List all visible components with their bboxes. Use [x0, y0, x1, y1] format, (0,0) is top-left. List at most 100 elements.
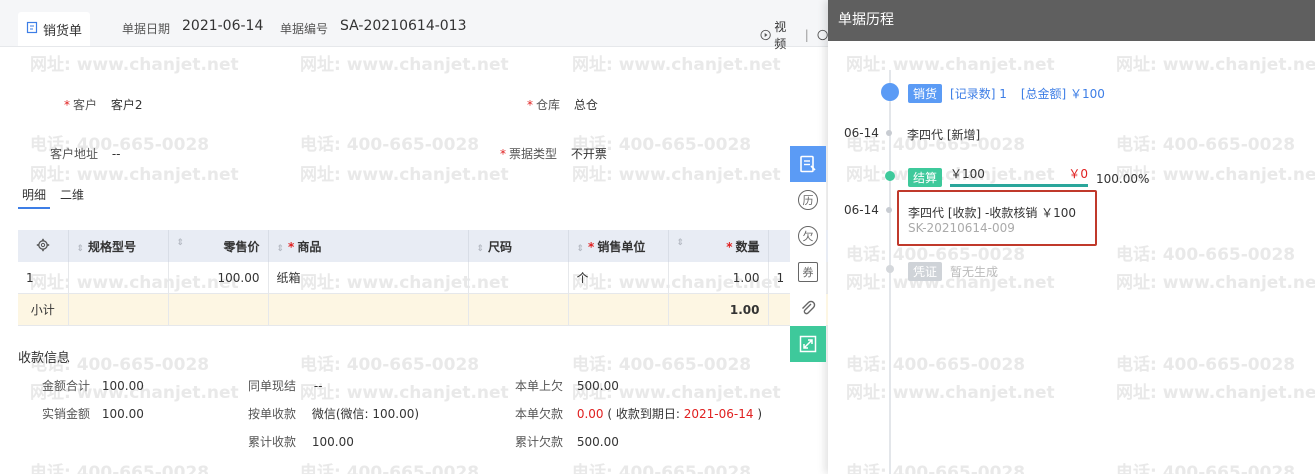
watermark-site: 网址: www.chanjet.net	[30, 55, 239, 75]
cumulative-receipt-field: 累计收款 100.00	[248, 433, 354, 450]
column-header-price[interactable]: ⇕ 零售价	[168, 230, 269, 262]
watermark-site: 网址: www.chanjet.net	[1116, 273, 1315, 293]
current-owe-label: 本单欠款	[515, 407, 564, 421]
column-header-qty[interactable]: ⇕ * 数量	[668, 230, 769, 262]
subtotal-empty	[268, 293, 469, 326]
coupon-icon: 券	[798, 262, 818, 282]
video-label: 视频	[774, 20, 787, 51]
cumulative-receipt-value: 100.00	[311, 435, 354, 449]
payment-section-title: 收款信息	[18, 351, 71, 366]
sales-record-count[interactable]: [记录数] 1	[950, 85, 1007, 102]
invoice-type-field[interactable]: * 票据类型 不开票	[500, 145, 607, 162]
cumulative-receipt-label: 累计收款	[248, 435, 297, 449]
watermark-site: 网址: www.chanjet.net	[572, 165, 781, 185]
receipt-entry-text: 李四代 [收款] -收款核销 ￥100	[908, 206, 1077, 220]
voucher-status: 凭证 暂无生成	[908, 262, 998, 281]
required-mark: *	[500, 147, 506, 161]
required-mark: *	[588, 239, 595, 254]
watermark-site: 网址: www.chanjet.net	[846, 55, 1055, 75]
invoice-type-value: 不开票	[570, 147, 607, 161]
sales-total-amount[interactable]: [总金额] ￥100	[1021, 85, 1105, 102]
cell-spec[interactable]	[68, 262, 169, 294]
previous-owe-label: 本单上欠	[515, 379, 564, 393]
bill-history-panel: 电话: 400-665-0028 电话: 400-665-0028 网址: ww…	[828, 0, 1315, 474]
cell-size[interactable]	[468, 262, 569, 294]
watermark-phone: 电话: 400-665-0028	[30, 463, 210, 474]
owe-button[interactable]: 欠	[790, 218, 826, 254]
cell-product[interactable]: 纸箱	[268, 262, 469, 294]
watermark-site: 网址: www.chanjet.net	[300, 165, 509, 185]
sales-summary: 销货 [记录数] 1 [总金额] ￥100	[908, 84, 1105, 103]
customer-label: 客户	[73, 98, 98, 112]
owe-icon: 欠	[798, 226, 818, 246]
customer-address-field[interactable]: 客户地址 --	[50, 145, 121, 162]
cash-settle-value: --	[313, 379, 323, 393]
subtotal-row: 小计 1.00	[18, 293, 828, 326]
settlement-progress: ￥100 ￥0	[950, 165, 1088, 187]
bill-receipt-value[interactable]: 微信(微信: 100.00)	[312, 407, 419, 421]
due-date-note-open: ( 收款到期日:	[607, 407, 684, 421]
cell-qty[interactable]: 1.00	[668, 262, 769, 294]
column-settings-cell[interactable]	[18, 230, 69, 262]
watermark-site: 网址: www.chanjet.net	[1116, 55, 1315, 75]
subtotal-label: 小计	[18, 293, 69, 326]
actual-amount-value: 100.00	[101, 407, 144, 421]
table-row[interactable]: 1 100.00 纸箱 个 1.00 1	[18, 262, 828, 294]
tab-2d[interactable]: 二维	[60, 186, 84, 209]
warehouse-field[interactable]: * 仓库 总仓	[527, 96, 598, 113]
coupon-button[interactable]: 券	[790, 254, 826, 290]
sort-icon[interactable]: ⇕	[677, 238, 685, 248]
bill-receipt-field: 按单收款 微信(微信: 100.00)	[248, 405, 419, 422]
sort-icon[interactable]: ⇕	[277, 244, 285, 254]
detail-tabs: 明细 二维	[18, 186, 84, 209]
watermark-site: 网址: www.chanjet.net	[846, 383, 1055, 403]
history-button[interactable]: 历	[790, 182, 826, 218]
highlighted-receipt-entry[interactable]: 李四代 [收款] -收款核销 ￥100 SK-20210614-009	[897, 190, 1097, 246]
column-header-spec[interactable]: ⇕ 规格型号	[68, 230, 169, 262]
watermark-phone: 电话: 400-665-0028	[846, 463, 1026, 474]
sort-icon[interactable]: ⇕	[177, 238, 185, 248]
watermark-site: 网址: www.chanjet.net	[30, 165, 239, 185]
watermark-phone: 电话: 400-665-0028	[1116, 245, 1296, 265]
timeline-dot	[886, 207, 892, 213]
column-header-unit[interactable]: ⇕ * 销售单位	[568, 230, 669, 262]
watermark-site: 网址: www.chanjet.net	[300, 383, 509, 403]
total-amount-field: 金额合计 100.00	[42, 377, 144, 394]
entry-date: 06-14	[844, 203, 879, 217]
voucher-text: 暂无生成	[950, 265, 999, 279]
cumulative-owe-label: 累计欠款	[515, 435, 564, 449]
settlement-amount: ￥100	[950, 167, 985, 181]
column-header-spec-label: 规格型号	[88, 239, 137, 254]
document-edit-icon	[26, 21, 39, 38]
receipt-entry-code[interactable]: SK-20210614-009	[908, 221, 1015, 235]
tab-sales-order-label: 销货单	[43, 23, 83, 39]
cash-settle-label: 同单现结	[248, 379, 297, 393]
customer-value: 客户2	[110, 98, 143, 112]
timeline-dot	[886, 130, 892, 136]
sort-icon[interactable]: ⇕	[77, 244, 85, 254]
subtotal-qty: 1.00	[668, 293, 769, 326]
document-list-button[interactable]	[790, 146, 826, 182]
voucher-dot	[886, 265, 894, 273]
gear-icon[interactable]	[36, 238, 50, 252]
cell-unit[interactable]: 个	[568, 262, 669, 294]
help-icon[interactable]	[817, 29, 828, 41]
tab-sales-order[interactable]: 销货单	[18, 12, 91, 46]
attachment-button[interactable]	[790, 290, 826, 326]
column-header-product[interactable]: ⇕ * 商品	[268, 230, 469, 262]
paperclip-icon	[802, 300, 816, 315]
timeline-start-dot	[881, 83, 899, 101]
progress-fill	[950, 184, 1088, 187]
tab-detail[interactable]: 明细	[18, 186, 51, 209]
column-header-size[interactable]: ⇕ 尺码	[468, 230, 569, 262]
subtotal-empty	[168, 293, 269, 326]
sort-icon[interactable]: ⇕	[477, 244, 485, 254]
settlement-tag: 结算	[908, 168, 943, 187]
previous-owe-field: 本单上欠 500.00	[515, 377, 619, 394]
customer-field[interactable]: * 客户 客户2	[64, 96, 142, 113]
sort-icon[interactable]: ⇕	[577, 244, 585, 254]
video-button[interactable]: 视频 |	[760, 18, 828, 52]
play-icon	[760, 29, 771, 41]
cell-price[interactable]: 100.00	[168, 262, 269, 294]
expand-button[interactable]	[790, 326, 826, 362]
